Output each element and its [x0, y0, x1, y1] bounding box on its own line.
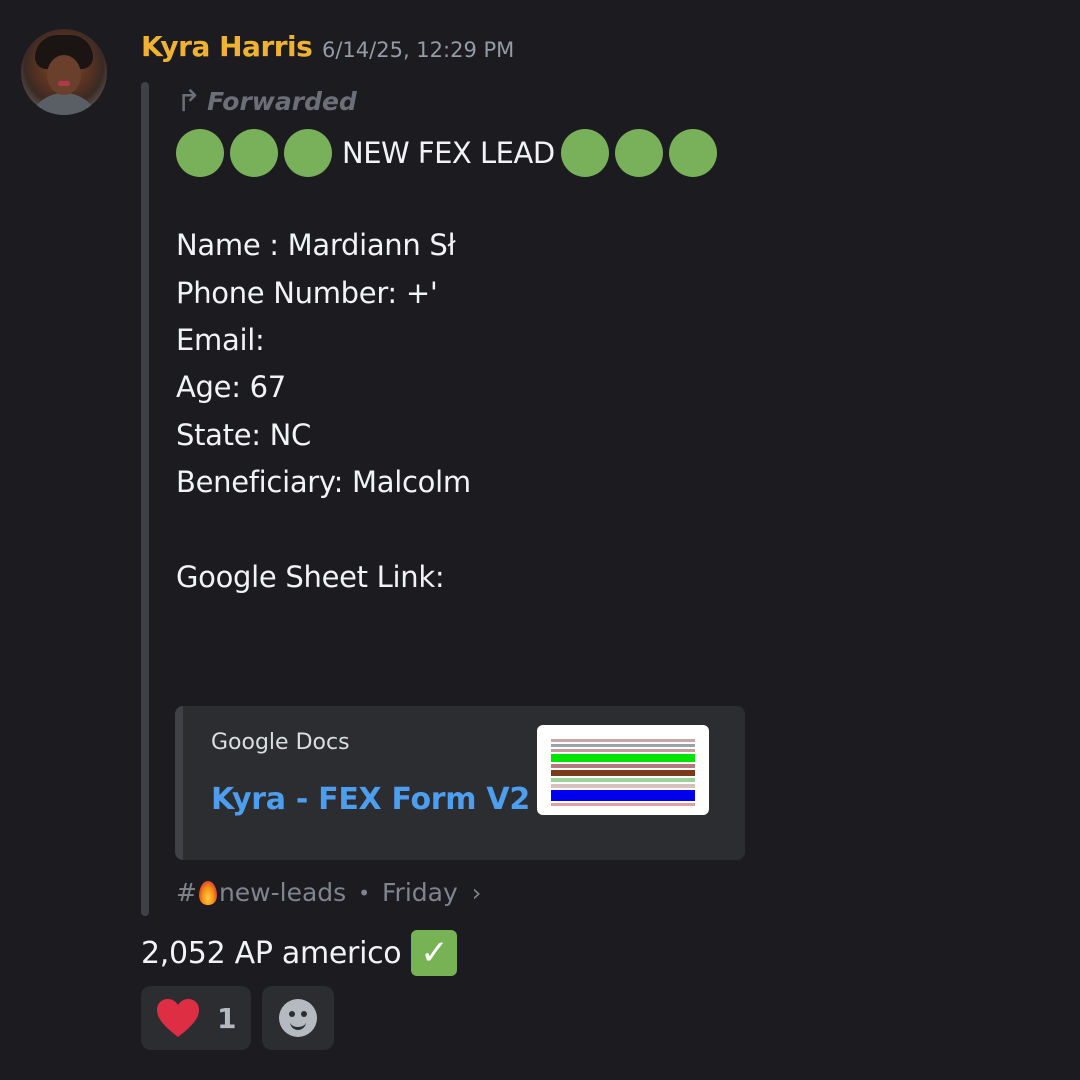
embed-thumbnail[interactable] [537, 725, 709, 815]
lead-headline: NEW FEX LEAD [176, 128, 723, 178]
channel-hash: # [176, 878, 197, 907]
fire-icon [198, 880, 217, 905]
message-timestamp: 6/14/25, 12:29 PM [322, 38, 515, 62]
embed-provider[interactable]: Google Docs [211, 730, 350, 755]
reaction-count: 1 [217, 1001, 237, 1035]
add-reaction-smile-icon [279, 999, 317, 1037]
forwarded-message-bar [141, 82, 149, 916]
forward-source[interactable]: # new-leads • Friday › [176, 878, 481, 907]
chat-message-view: Kyra Harris 6/14/25, 12:29 PM ↱ Forwarde… [0, 0, 1080, 1080]
avatar[interactable] [21, 29, 107, 115]
lead-state: State: NC [176, 418, 311, 452]
google-sheet-link-label: Google Sheet Link: [176, 560, 445, 594]
lead-email: Email: [176, 323, 265, 357]
red-heart-icon [157, 999, 199, 1037]
forward-arrow-icon: ↱ [176, 84, 202, 119]
green-circle-icon [668, 129, 717, 177]
link-embed-card[interactable]: Google Docs Kyra - FEX Form V2 [175, 706, 745, 860]
lead-phone: Phone Number: +' [176, 276, 438, 310]
green-circle-icon [176, 129, 224, 177]
reply-message: 2,052 AP americo ✓ [141, 930, 458, 976]
embed-title-link[interactable]: Kyra - FEX Form V2 [211, 782, 530, 817]
chevron-right-icon[interactable]: › [472, 879, 482, 907]
forwarded-text: Forwarded [207, 87, 357, 116]
headline-text: NEW FEX LEAD [342, 136, 555, 170]
lead-beneficiary: Beneficiary: Malcolm [176, 465, 471, 499]
add-reaction-button[interactable] [262, 986, 334, 1050]
green-circle-icon [284, 129, 332, 177]
lead-age: Age: 67 [176, 370, 286, 404]
green-circle-icon [614, 129, 663, 177]
author-name[interactable]: Kyra Harris [141, 30, 313, 63]
lead-name: Name : Mardiann Sł [176, 228, 456, 262]
source-day: Friday [381, 878, 458, 907]
separator-dot: • [358, 880, 370, 905]
forwarded-label: ↱ Forwarded [176, 84, 357, 119]
check-mark-button-icon: ✓ [411, 930, 458, 976]
reply-text: 2,052 AP americo [141, 935, 402, 971]
green-circle-icon [230, 129, 278, 177]
channel-name[interactable]: new-leads [219, 878, 346, 907]
green-circle-icon [560, 129, 609, 177]
heart-reaction[interactable]: 1 [141, 986, 251, 1050]
